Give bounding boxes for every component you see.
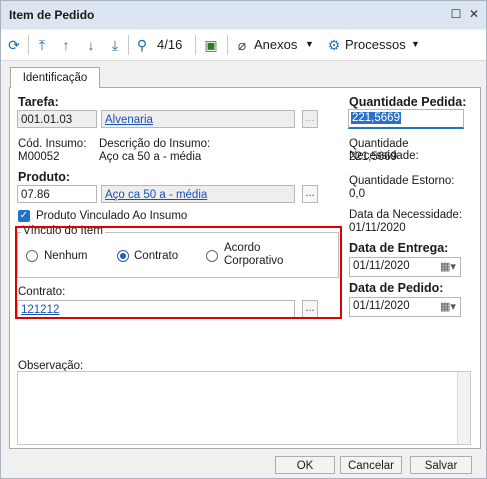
radio-acordo-label-line2: Corporativo: [224, 255, 284, 267]
gear-icon[interactable]: ⚙: [326, 36, 342, 54]
contrato-field[interactable]: 121212: [17, 300, 295, 318]
qtd-estorno-label: Quantidade Estorno:: [349, 175, 455, 187]
search-icon[interactable]: ⚲: [134, 36, 150, 54]
toolbar-separator: [227, 35, 228, 55]
calendar-icon[interactable]: ▦▾: [439, 300, 457, 314]
contrato-link[interactable]: 121212: [21, 304, 59, 316]
close-icon[interactable]: ✕: [466, 6, 482, 22]
produto-label: Produto:: [18, 170, 71, 184]
tarefa-desc-field[interactable]: Alvenaria: [101, 110, 295, 128]
toolbar-separator: [195, 35, 196, 55]
data-entrega-value: 01/11/2020: [353, 260, 410, 272]
refresh-icon[interactable]: ⟳: [6, 36, 22, 54]
cod-insumo-value: M00052: [18, 151, 60, 163]
window-title: Item de Pedido: [9, 8, 95, 22]
last-record-icon[interactable]: ⤓: [107, 36, 123, 54]
contrato-lookup-button[interactable]: ...: [302, 300, 318, 318]
toolbar-separator: [128, 35, 129, 55]
produto-lookup-button[interactable]: ...: [302, 185, 318, 203]
data-entrega-field[interactable]: 01/11/2020 ▦▾: [349, 257, 461, 277]
produto-vinculado-label: Produto Vinculado Ao Insumo: [36, 210, 188, 222]
checkbox-checked-icon[interactable]: ✓: [18, 210, 30, 222]
tab-identificacao[interactable]: Identificação: [10, 67, 100, 88]
data-pedido-value: 01/11/2020: [353, 300, 410, 312]
observacao-textarea[interactable]: [17, 371, 471, 445]
chevron-down-icon[interactable]: ▼: [411, 39, 420, 49]
data-necessidade-value: 01/11/2020: [349, 222, 406, 234]
cancel-button[interactable]: Cancelar: [340, 456, 402, 474]
radio-nenhum[interactable]: [26, 250, 38, 262]
desc-insumo-label: Descrição do Insumo:: [99, 138, 211, 150]
cod-insumo-label: Cód. Insumo:: [18, 138, 87, 150]
vinculo-group-label: Vínculo do Item: [21, 225, 105, 237]
radio-contrato[interactable]: [117, 250, 129, 262]
data-entrega-label: Data de Entrega:: [349, 241, 449, 255]
dialog-window: Item de Pedido ☐ ✕ ⟳ ⤒ ↑ ↓ ⤓ ⚲ 4/16 ▣ ⌀ …: [0, 0, 487, 479]
anexos-menu[interactable]: Anexos: [254, 37, 297, 52]
chevron-down-icon[interactable]: ▼: [305, 39, 314, 49]
previous-record-icon[interactable]: ↑: [58, 36, 74, 54]
data-pedido-label: Data de Pedido:: [349, 281, 444, 295]
save-button[interactable]: Salvar: [410, 456, 472, 474]
radio-acordo-corporativo[interactable]: [206, 250, 218, 262]
tarefa-code-field[interactable]: 001.01.03: [17, 110, 97, 128]
toolbar-separator: [28, 35, 29, 55]
title-bar: Item de Pedido ☐ ✕: [1, 1, 486, 29]
tarefa-label: Tarefa:: [18, 95, 59, 109]
paperclip-icon[interactable]: ⌀: [235, 36, 249, 54]
qtd-pedida-value: 221,5669: [351, 112, 401, 124]
tarefa-lookup-button[interactable]: ...: [302, 110, 318, 128]
qtd-pedida-label: Quantidade Pedida:: [349, 95, 467, 109]
vinculo-group: Vínculo do Item Nenhum Contrato Acordo C…: [17, 225, 339, 278]
desc-insumo-value: Aço ca 50 a - média: [99, 151, 202, 163]
first-record-icon[interactable]: ⤒: [34, 36, 50, 54]
qtd-necessidade-value: 221,5669: [349, 151, 397, 163]
calendar-icon[interactable]: ▦▾: [439, 260, 457, 274]
produto-code-field[interactable]: 07.86: [17, 185, 97, 203]
link-document-icon[interactable]: ▣: [202, 36, 220, 54]
next-record-icon[interactable]: ↓: [83, 36, 99, 54]
radio-nenhum-label: Nenhum: [44, 250, 88, 262]
radio-acordo-label-line1: Acordo: [224, 242, 261, 254]
observacao-scrollbar[interactable]: [457, 372, 470, 444]
data-pedido-field[interactable]: 01/11/2020 ▦▾: [349, 297, 461, 317]
toolbar: ⟳ ⤒ ↑ ↓ ⤓ ⚲ 4/16 ▣ ⌀ Anexos ▼ ⚙ Processo…: [1, 30, 486, 61]
maximize-icon[interactable]: ☐: [448, 6, 464, 22]
qtd-pedida-field[interactable]: 221,5669: [348, 109, 464, 129]
qtd-estorno-value: 0,0: [349, 188, 365, 200]
ok-button[interactable]: OK: [275, 456, 335, 474]
processos-menu[interactable]: Processos: [345, 37, 406, 52]
record-counter: 4/16: [157, 37, 183, 52]
data-necessidade-label: Data da Necessidade:: [349, 209, 463, 221]
tab-panel: Tarefa: 001.01.03 Alvenaria ... Cód. Ins…: [9, 87, 481, 449]
produto-desc-link[interactable]: Aço ca 50 a - média: [105, 189, 207, 201]
produto-desc-field[interactable]: Aço ca 50 a - média: [101, 185, 295, 203]
radio-contrato-label: Contrato: [134, 250, 179, 262]
contrato-label: Contrato:: [18, 286, 66, 298]
tarefa-desc-link[interactable]: Alvenaria: [105, 114, 153, 126]
